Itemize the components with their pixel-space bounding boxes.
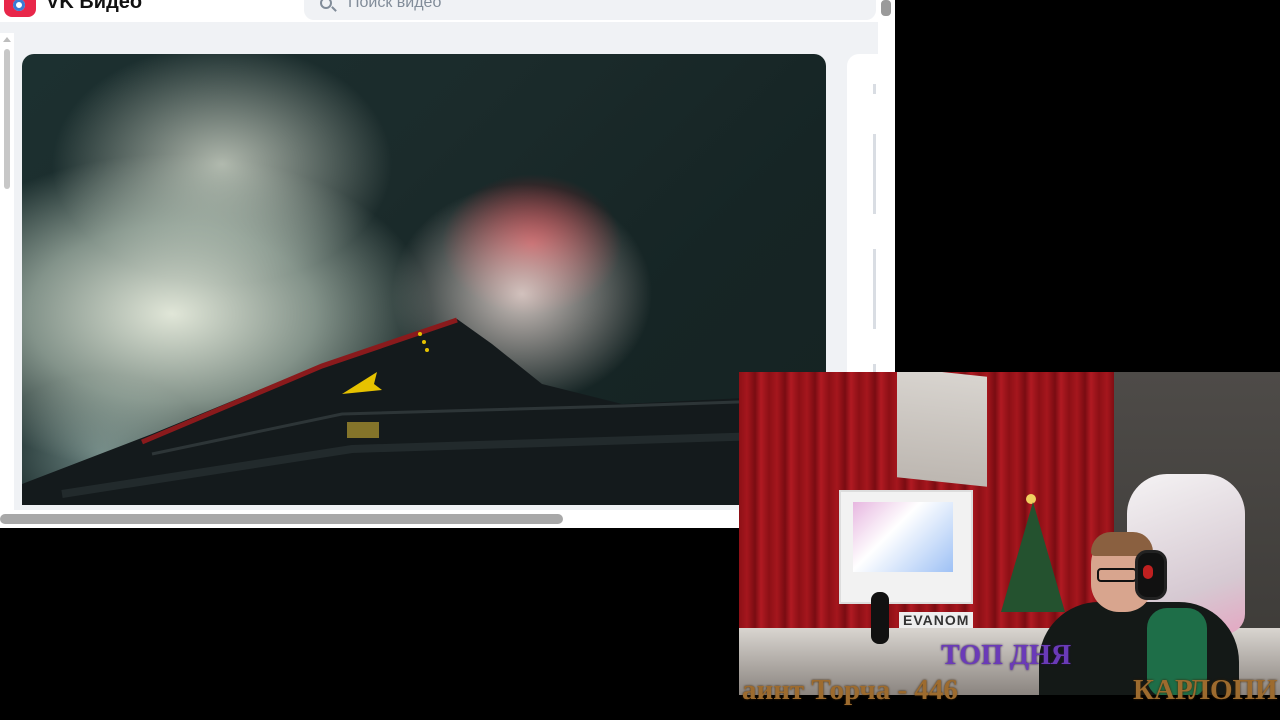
- video-player[interactable]: [22, 54, 826, 505]
- scrollbar-thumb[interactable]: [0, 514, 563, 524]
- ticker-right-text: КАРЛОПИ: [1133, 674, 1278, 706]
- ticker-left-text: аинт Торча - 446: [742, 674, 958, 706]
- vk-video-logo-icon[interactable]: [4, 0, 36, 17]
- video-frame: [22, 317, 826, 505]
- scrollbar-thumb[interactable]: [881, 0, 891, 16]
- glasses-icon: [1097, 568, 1137, 582]
- scroll-up-arrow-icon[interactable]: [3, 37, 11, 42]
- search-box[interactable]: [304, 0, 876, 20]
- site-header: VK Видео: [0, 0, 880, 22]
- christmas-tree: [1001, 502, 1065, 612]
- search-input[interactable]: [348, 0, 848, 20]
- site-brand[interactable]: VK Видео: [46, 0, 142, 14]
- microphone-icon: [871, 592, 889, 644]
- search-icon: [320, 0, 332, 9]
- computer-case: [839, 490, 973, 604]
- left-scrollbar[interactable]: [0, 33, 14, 510]
- scrollbar-thumb[interactable]: [4, 49, 10, 189]
- computer-brand-label: EVANOM: [899, 612, 974, 628]
- headphones-icon: [1135, 550, 1167, 600]
